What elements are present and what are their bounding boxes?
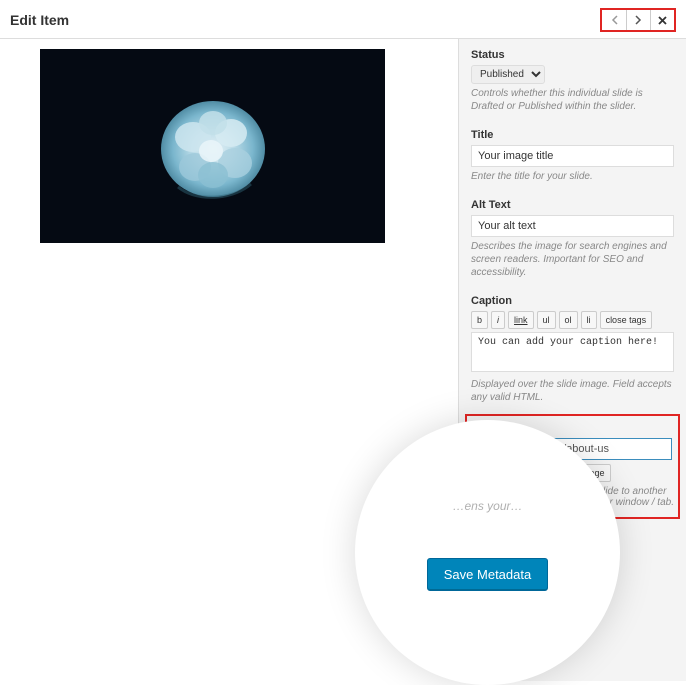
status-label: Status xyxy=(471,49,674,61)
open-tab-hint-fragment: er window / tab. xyxy=(604,497,674,508)
save-highlight-circle: …ens your… Save Metadata xyxy=(355,420,620,685)
next-button[interactable] xyxy=(626,10,650,30)
slide-preview-image xyxy=(40,49,385,243)
alt-help: Describes the image for search engines a… xyxy=(471,240,674,279)
caption-toolbar: b i link ul ol li close tags xyxy=(471,311,674,329)
status-field: Status Published Controls whether this i… xyxy=(471,49,674,113)
caption-help: Displayed over the slide image. Field ac… xyxy=(471,378,674,404)
status-select[interactable]: Published xyxy=(471,65,545,84)
caption-textarea[interactable]: You can add your caption here! xyxy=(471,332,674,372)
prev-button[interactable] xyxy=(602,10,626,30)
close-tags-button[interactable]: close tags xyxy=(600,311,653,329)
ghost-text-fragment: …ens your… xyxy=(452,499,522,513)
header-nav-group xyxy=(600,8,676,32)
title-field: Title Enter the title for your slide. xyxy=(471,129,674,183)
alt-input[interactable] xyxy=(471,215,674,237)
alt-label: Alt Text xyxy=(471,199,674,211)
title-label: Title xyxy=(471,129,674,141)
ul-button[interactable]: ul xyxy=(537,311,556,329)
alt-field: Alt Text Describes the image for search … xyxy=(471,199,674,279)
caption-label: Caption xyxy=(471,295,674,307)
page-title: Edit Item xyxy=(10,12,69,28)
flower-image xyxy=(138,71,288,221)
status-help: Controls whether this individual slide i… xyxy=(471,87,674,113)
li-button[interactable]: li xyxy=(581,311,597,329)
save-metadata-button[interactable]: Save Metadata xyxy=(427,558,548,591)
title-help: Enter the title for your slide. xyxy=(471,170,674,183)
link-button[interactable]: link xyxy=(508,311,534,329)
bold-button[interactable]: b xyxy=(471,311,488,329)
ol-button[interactable]: ol xyxy=(559,311,578,329)
caption-field: Caption b i link ul ol li close tags You… xyxy=(471,295,674,404)
italic-button[interactable]: i xyxy=(491,311,505,329)
close-button[interactable] xyxy=(650,10,674,30)
title-input[interactable] xyxy=(471,145,674,167)
